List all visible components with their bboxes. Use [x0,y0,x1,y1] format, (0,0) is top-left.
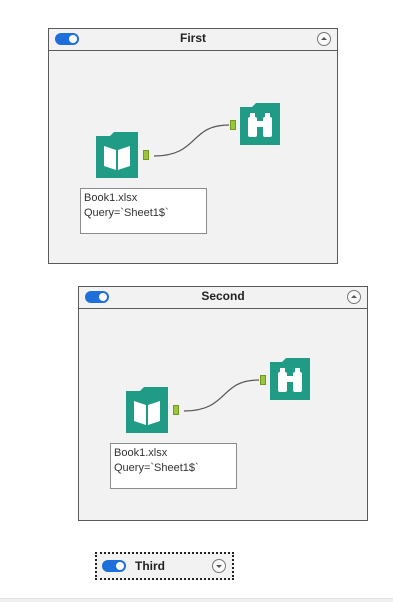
book-icon [96,132,138,178]
browse-tool[interactable] [238,103,282,147]
book-icon [126,387,168,433]
chevron-down-icon [216,565,222,568]
browse-tool[interactable] [268,358,312,402]
container-first[interactable]: First Book1.xlsx Query=`Sheet1$` [48,28,338,264]
binoculars-icon [270,358,310,400]
annotation-query: Query=`Sheet1$` [114,462,199,474]
output-anchor[interactable] [173,405,179,415]
annotation-query: Query=`Sheet1$` [84,207,169,219]
toggle-on-icon[interactable] [102,560,126,572]
binoculars-icon [240,103,280,145]
input-anchor[interactable] [260,375,266,385]
tool-annotation: Book1.xlsx Query=`Sheet1$` [110,443,237,489]
annotation-filename: Book1.xlsx [114,447,168,459]
container-title: Third [135,559,165,573]
canvas-bottom-edge [0,598,393,602]
expand-button[interactable] [212,559,226,573]
input-data-tool[interactable] [94,132,140,180]
annotation-filename: Book1.xlsx [84,192,138,204]
container-second[interactable]: Second Book1.xlsx Query=`Sheet1$` [78,286,368,521]
input-anchor[interactable] [230,120,236,130]
input-data-tool[interactable] [124,387,170,435]
container-third-collapsed[interactable]: Third [95,552,234,580]
output-anchor[interactable] [143,150,149,160]
tool-annotation: Book1.xlsx Query=`Sheet1$` [80,188,207,234]
